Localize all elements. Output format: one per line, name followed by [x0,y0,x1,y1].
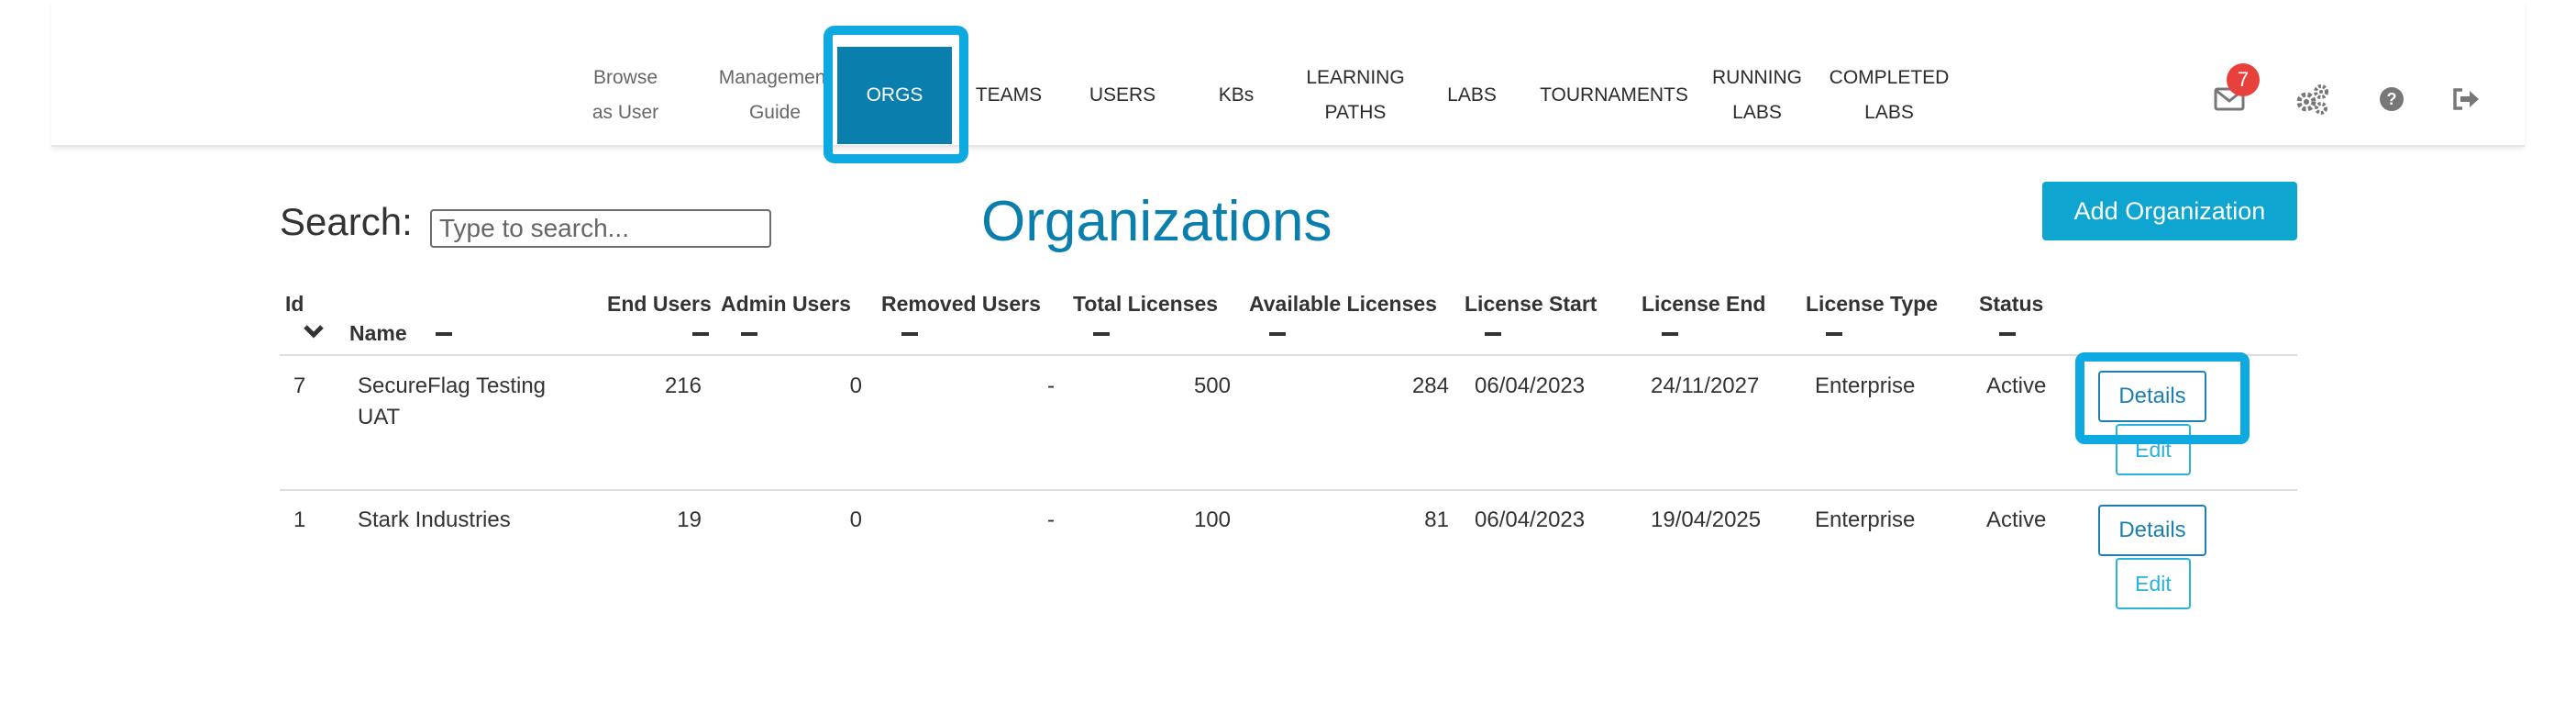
add-organization-button[interactable]: Add Organization [2042,182,2297,240]
cell-license-start: 06/04/2023 [1475,373,1586,398]
sort-license-type-icon[interactable] [1826,332,1842,336]
nav-tournaments[interactable]: TOURNAMENTS [1522,59,1706,132]
cell-available-licenses: 81 [1424,507,1449,532]
cell-removed-users: - [1047,507,1055,532]
cell-license-end: 19/04/2025 [1651,507,1762,532]
table-row-divider [280,489,2297,491]
cell-name-line1: SecureFlag Testing [358,373,547,398]
cell-total-licenses: 100 [1193,507,1231,532]
cell-end-users: 19 [677,507,702,532]
cell-total-licenses: 500 [1193,373,1231,398]
nav-orgs[interactable]: ORGS [837,47,952,144]
nav-kbs[interactable]: KBs [1185,59,1288,132]
nav-learning-paths-line1: LEARNING [1306,67,1405,88]
col-header-status[interactable]: Status [1979,292,2043,317]
nav-completed-labs-line1: COMPLETED [1829,67,1950,88]
cell-removed-users: - [1047,373,1055,398]
cell-id: 7 [293,373,306,398]
cell-license-type: Enterprise [1815,373,1916,398]
nav-running-labs-line2: LABS [1732,102,1782,123]
nav-completed-labs-line2: LABS [1864,102,1914,123]
cell-name: Stark Industries [358,507,511,532]
chevron-down-icon[interactable] [303,323,325,340]
edit-button[interactable]: Edit [2116,558,2191,609]
col-header-available-licenses[interactable]: Available Licenses [1249,292,1437,317]
nav-teams-label: TEAMS [975,84,1043,106]
col-header-name[interactable]: Name [349,321,407,346]
logout-icon[interactable] [2448,81,2484,117]
col-header-end-users[interactable]: End Users [607,292,712,317]
details-button[interactable]: Details [2098,505,2206,556]
col-header-admin-users[interactable]: Admin Users [721,292,851,317]
svg-text:?: ? [2387,90,2397,108]
nav-tournaments-label: TOURNAMENTS [1540,84,1688,106]
nav-running-labs-line1: RUNNING [1712,67,1802,88]
nav-labs-label: LABS [1447,84,1497,106]
nav-learning-paths-line2: PATHS [1324,102,1387,123]
col-header-license-end[interactable]: License End [1642,292,1765,317]
cell-license-start: 06/04/2023 [1475,507,1586,532]
search-label: Search: [280,200,413,243]
cell-license-type: Enterprise [1815,507,1916,532]
cell-name-line2: UAT [358,405,401,429]
sort-admin-users-icon[interactable] [741,332,757,336]
cell-admin-users: 0 [849,373,862,398]
col-header-license-type[interactable]: License Type [1806,292,1938,317]
cell-available-licenses: 284 [1411,373,1449,398]
nav-management-line2: Guide [748,102,802,123]
gear-icon[interactable] [2294,81,2330,117]
nav-users[interactable]: USERS [1071,59,1174,132]
nav-browse-line2: as User [591,102,659,123]
table-header-divider [280,354,2297,356]
nav-teams[interactable]: TEAMS [957,59,1060,132]
cell-status: Active [1986,373,2047,398]
cell-name: SecureFlag Testing UAT [358,371,546,433]
cell-id: 1 [293,507,306,532]
nav-users-label: USERS [1089,84,1156,106]
col-header-license-start[interactable]: License Start [1465,292,1597,317]
sort-end-users-icon[interactable] [692,332,709,336]
nav-kbs-label: KBs [1218,84,1255,106]
nav-running-labs[interactable]: RUNNING LABS [1706,59,1808,132]
cell-end-users: 216 [664,373,702,398]
cell-license-end: 24/11/2027 [1651,373,1760,398]
nav-labs[interactable]: LABS [1423,59,1520,132]
sort-name-icon[interactable] [436,332,452,336]
nav-completed-labs[interactable]: COMPLETED LABS [1820,59,1958,132]
sort-license-start-icon[interactable] [1485,332,1501,336]
nav-management-line1: Management [718,67,832,88]
edit-button[interactable]: Edit [2116,424,2191,475]
nav-orgs-label: ORGS [866,84,923,106]
sort-status-icon[interactable] [1999,332,2016,336]
page-title: Organizations [981,190,1332,253]
nav-learning-paths[interactable]: LEARNING PATHS [1288,59,1422,132]
details-button[interactable]: Details [2098,371,2206,422]
help-icon[interactable]: ? [2373,81,2410,117]
col-header-id[interactable]: Id [285,292,304,317]
cell-admin-users: 0 [849,507,862,532]
sort-total-licenses-icon[interactable] [1093,332,1110,336]
cell-status: Active [1986,507,2047,532]
search-input[interactable] [430,209,771,248]
sort-available-licenses-icon[interactable] [1269,332,1286,336]
sort-removed-users-icon[interactable] [901,332,918,336]
col-header-total-licenses[interactable]: Total Licenses [1073,292,1218,317]
nav-browse-line1: Browse [592,67,658,88]
notification-badge: 7 [2227,63,2260,96]
col-header-removed-users[interactable]: Removed Users [881,292,1041,317]
sort-license-end-icon[interactable] [1662,332,1678,336]
